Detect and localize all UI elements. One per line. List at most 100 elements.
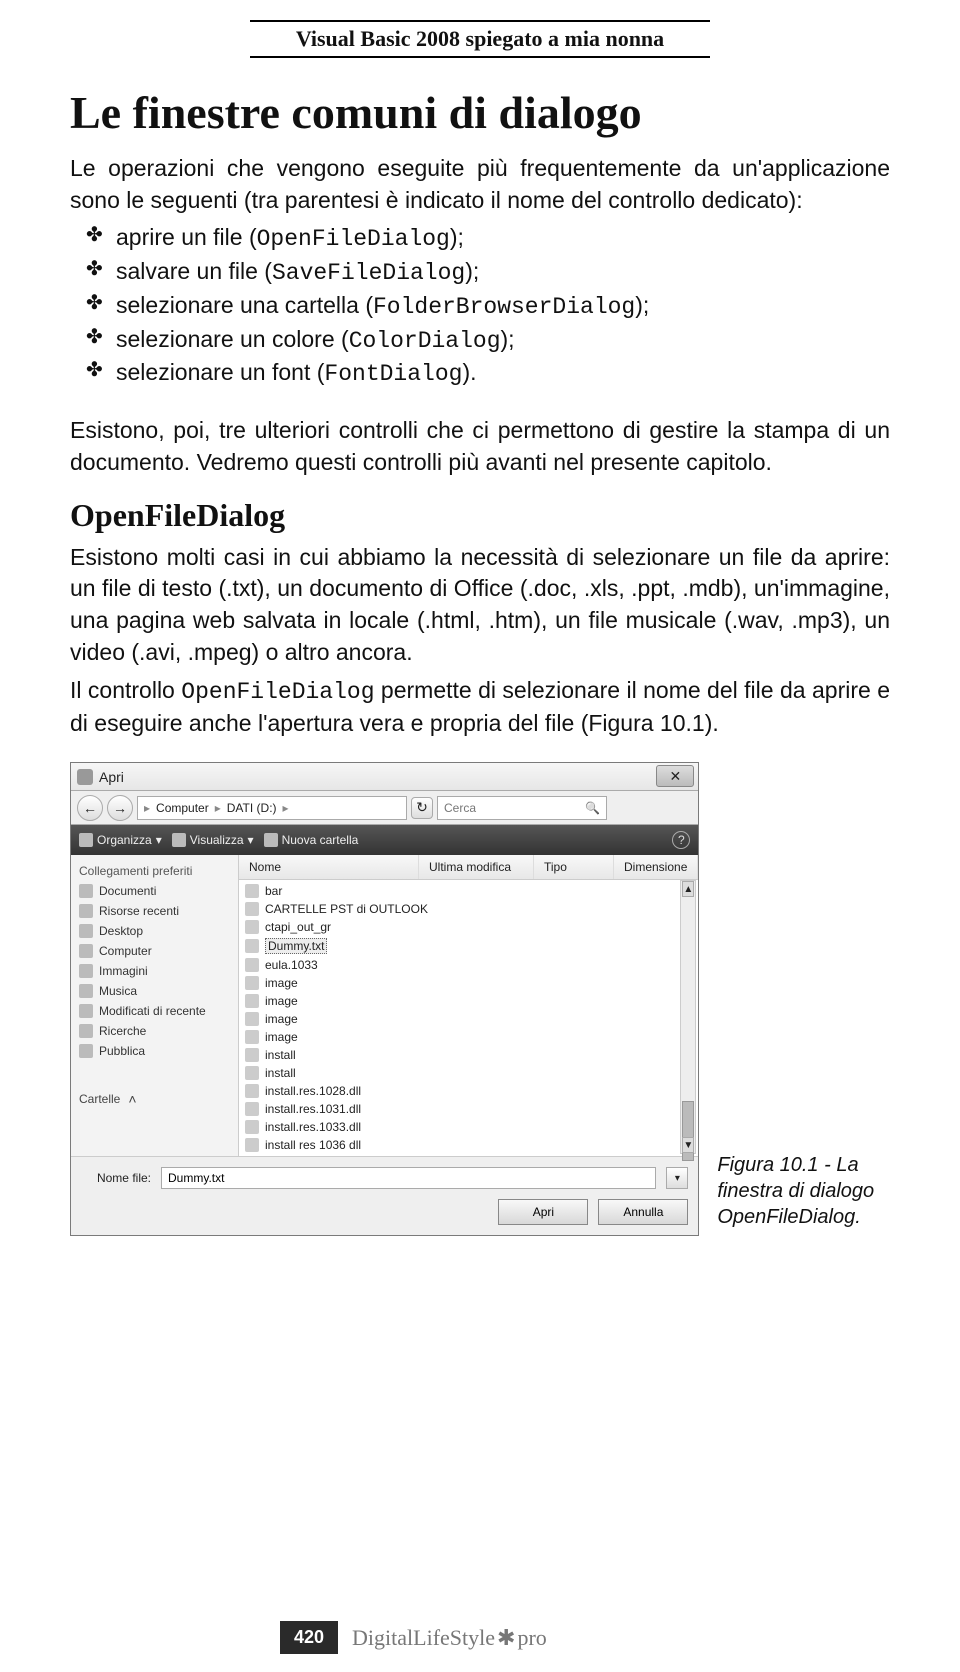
intro-paragraph: Le operazioni che vengono eseguite più f…: [70, 153, 890, 216]
file-row[interactable]: bar: [245, 882, 692, 900]
folder-icon: [79, 884, 93, 898]
scroll-up-button[interactable]: ▲: [682, 881, 694, 897]
chevron-down-icon: ▾: [248, 833, 254, 847]
organize-icon: [79, 833, 93, 847]
breadcrumb[interactable]: ▸ Computer ▸ DATI (D:) ▸: [137, 796, 407, 820]
file-name: image: [265, 1030, 298, 1044]
refresh-icon: ↻: [416, 799, 428, 816]
dialog-titlebar: Apri ✕: [71, 763, 698, 791]
search-placeholder: Cerca: [444, 801, 476, 815]
refresh-button[interactable]: ↻: [411, 797, 433, 819]
file-row[interactable]: image: [245, 1010, 692, 1028]
folder-icon: [79, 944, 93, 958]
file-name: install.res.1033.dll: [265, 1120, 361, 1134]
dialog-icon: [77, 769, 93, 785]
page-footer: 420 DigitalLifeStyle✱pro: [0, 1621, 960, 1654]
folder-icon: [79, 904, 93, 918]
sidebar-item[interactable]: Documenti: [75, 881, 234, 901]
arrow-left-icon: ←: [83, 800, 97, 816]
file-row[interactable]: ctapi_out_gr: [245, 918, 692, 936]
cancel-button[interactable]: Annulla: [598, 1199, 688, 1225]
scrollbar[interactable]: ▲ ▼: [680, 880, 696, 1154]
sidebar-item[interactable]: Risorse recenti: [75, 901, 234, 921]
sidebar-item[interactable]: Desktop: [75, 921, 234, 941]
file-name: install res 1036 dll: [265, 1138, 361, 1152]
sidebar-item-label: Modificati di recente: [99, 1004, 206, 1018]
file-row[interactable]: install.res.1033.dll: [245, 1118, 692, 1136]
file-row[interactable]: CARTELLE PST di OUTLOOK: [245, 900, 692, 918]
subsection-p1: Esistono molti casi in cui abbiamo la ne…: [70, 542, 890, 669]
book-header: Visual Basic 2008 spiegato a mia nonna: [250, 20, 710, 58]
file-list-pane: Nome Ultima modifica Tipo Dimensione bar…: [239, 855, 698, 1156]
chevron-up-icon: ˄: [128, 1091, 136, 1107]
chevron-down-icon: ▾: [156, 833, 162, 847]
folder-icon: [79, 924, 93, 938]
filename-input[interactable]: [161, 1167, 656, 1189]
file-icon: [245, 1030, 259, 1044]
sidebar-item[interactable]: Computer: [75, 941, 234, 961]
arrow-right-icon: →: [113, 800, 127, 816]
folder-icon: [79, 1004, 93, 1018]
sidebar-heading: Collegamenti preferiti: [75, 861, 234, 881]
new-folder-button[interactable]: Nuova cartella: [264, 833, 359, 847]
file-icon: [245, 1138, 259, 1152]
folders-toggle[interactable]: Cartelle ˄: [75, 1061, 234, 1111]
help-button[interactable]: ?: [672, 831, 690, 849]
sidebar-item[interactable]: Immagini: [75, 961, 234, 981]
list-item: selezionare un font (FontDialog).: [116, 357, 890, 391]
file-row[interactable]: image: [245, 974, 692, 992]
file-row[interactable]: eula.1033: [245, 956, 692, 974]
book-title: Visual Basic 2008 spiegato a mia nonna: [250, 20, 710, 58]
figure-caption: Figura 10.1 - La finestra di dialogo Ope…: [717, 1152, 890, 1236]
help-icon: ?: [678, 833, 685, 847]
sidebar-item[interactable]: Modificati di recente: [75, 1001, 234, 1021]
file-row[interactable]: install.res.1028.dll: [245, 1082, 692, 1100]
folder-icon: [79, 984, 93, 998]
list-item: salvare un file (SaveFileDialog);: [116, 256, 890, 290]
nav-back-button[interactable]: ←: [77, 795, 103, 821]
file-name: install.res.1028.dll: [265, 1084, 361, 1098]
subsection-p2: Il controllo OpenFileDialog permette di …: [70, 675, 890, 740]
file-name: ctapi_out_gr: [265, 920, 331, 934]
sidebar-item[interactable]: Ricerche: [75, 1021, 234, 1041]
file-row[interactable]: install: [245, 1046, 692, 1064]
sidebar-item[interactable]: Pubblica: [75, 1041, 234, 1061]
sidebar-item-label: Computer: [99, 944, 152, 958]
file-row[interactable]: Dummy.txt: [245, 936, 692, 956]
sidebar-item-label: Desktop: [99, 924, 143, 938]
organize-menu[interactable]: Organizza▾: [79, 833, 162, 847]
col-modified[interactable]: Ultima modifica: [419, 855, 534, 879]
col-type[interactable]: Tipo: [534, 855, 614, 879]
file-list-header[interactable]: Nome Ultima modifica Tipo Dimensione: [239, 855, 698, 880]
file-name: image: [265, 994, 298, 1008]
views-menu[interactable]: Visualizza▾: [172, 833, 254, 847]
nav-fwd-button[interactable]: →: [107, 795, 133, 821]
dialog-toolbar: Organizza▾ Visualizza▾ Nuova cartella ?: [71, 825, 698, 855]
file-name: bar: [265, 884, 282, 898]
file-name: eula.1033: [265, 958, 318, 972]
operation-list: aprire un file (OpenFileDialog); salvare…: [70, 222, 890, 391]
file-icon: [245, 1084, 259, 1098]
filename-label: Nome file:: [81, 1171, 151, 1185]
scroll-down-button[interactable]: ▼: [682, 1137, 694, 1153]
file-row[interactable]: install res 1036 dll: [245, 1136, 692, 1154]
file-row[interactable]: image: [245, 1028, 692, 1046]
file-row[interactable]: image: [245, 992, 692, 1010]
chevron-down-icon: ▾: [675, 1173, 680, 1184]
sidebar-item-label: Ricerche: [99, 1024, 146, 1038]
col-name[interactable]: Nome: [239, 855, 419, 879]
file-row[interactable]: install.res.1031.dll: [245, 1100, 692, 1118]
filename-dropdown[interactable]: ▾: [666, 1167, 688, 1189]
search-input[interactable]: Cerca 🔍: [437, 796, 607, 820]
close-button[interactable]: ✕: [656, 765, 694, 787]
file-name: install: [265, 1066, 296, 1080]
file-icon: [245, 1120, 259, 1134]
folder-icon: [79, 1044, 93, 1058]
file-icon: [245, 1066, 259, 1080]
col-size[interactable]: Dimensione: [614, 855, 698, 879]
post-list-paragraph: Esistono, poi, tre ulteriori controlli c…: [70, 415, 890, 478]
close-icon: ✕: [670, 768, 682, 785]
file-row[interactable]: install: [245, 1064, 692, 1082]
open-button[interactable]: Apri: [498, 1199, 588, 1225]
sidebar-item[interactable]: Musica: [75, 981, 234, 1001]
